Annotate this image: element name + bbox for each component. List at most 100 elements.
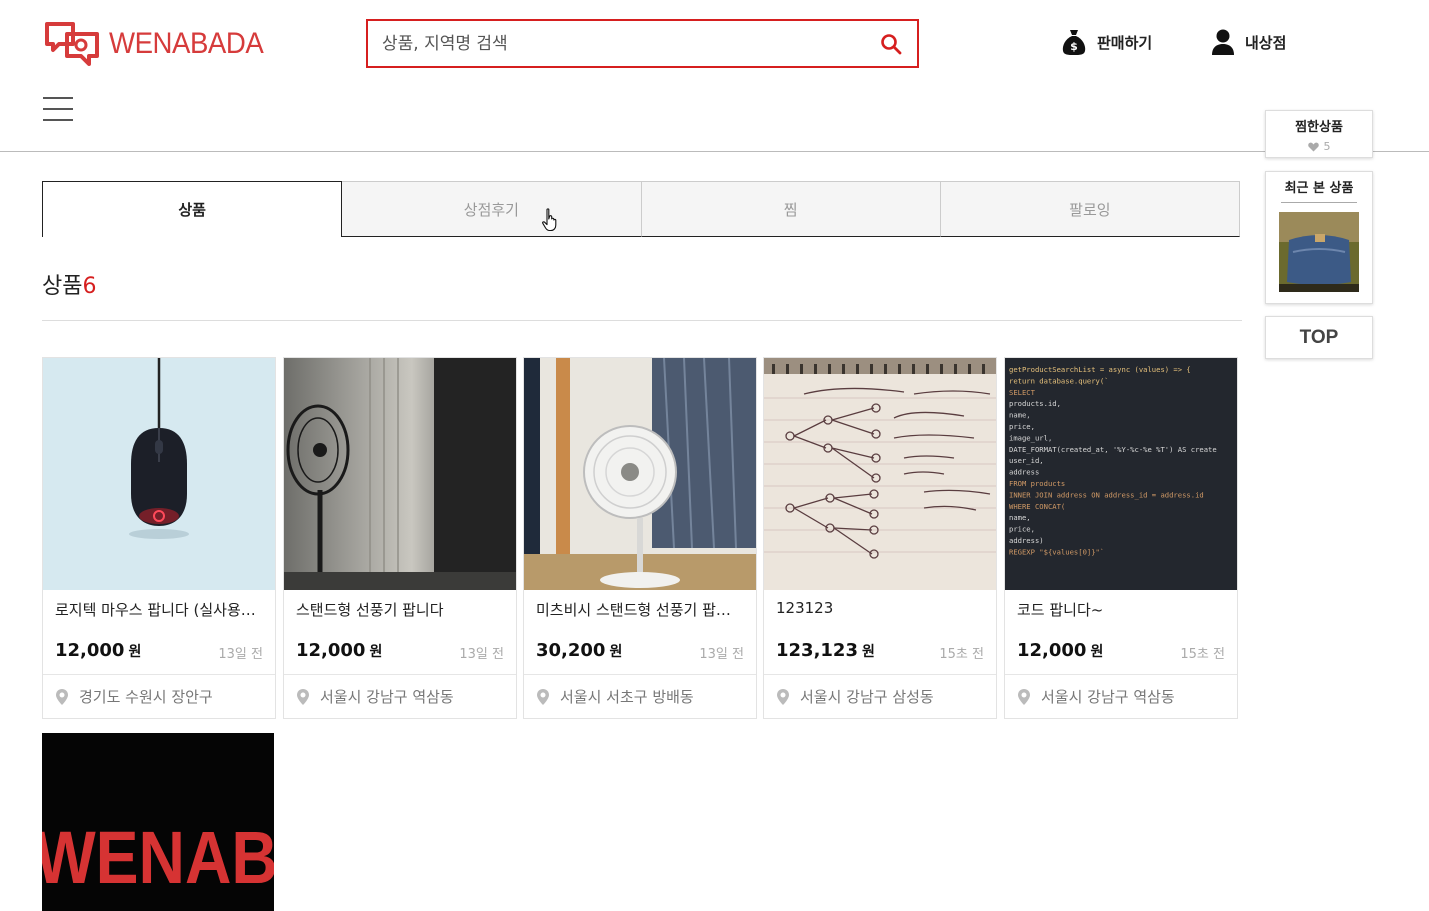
code-line: price, [1009, 422, 1035, 431]
search-icon[interactable] [879, 32, 903, 56]
location-text: 서울시 강남구 역삼동 [1041, 688, 1175, 706]
product-price: 123,123 원 [776, 640, 875, 661]
location-pin-icon [55, 688, 69, 706]
location-pin-icon [296, 688, 310, 706]
recently-viewed-title: 최근 본 상품 [1281, 177, 1357, 203]
product-image-mouse [43, 358, 275, 590]
product-image-logo-banner: WENAB [42, 733, 274, 911]
product-image-code: getProductSearchList = async (values) =>… [1005, 358, 1237, 590]
money-bag-icon: $ [1061, 28, 1087, 56]
price-unit: 원 [1090, 644, 1104, 660]
product-card[interactable]: 스탠드형 선풍기 팝니다 12,000 원 13일 전 서울시 강남구 역삼동 [283, 357, 517, 719]
location-text: 서울시 강남구 삼성동 [800, 688, 934, 706]
product-time: 15초 전 [939, 647, 984, 662]
hand-pointer-cursor-icon [542, 208, 557, 232]
search-input[interactable] [382, 33, 879, 54]
price-value: 12,000 [1017, 640, 1087, 661]
hamburger-menu-icon[interactable] [43, 97, 73, 121]
section-divider [42, 320, 1242, 321]
location-text: 서울시 강남구 역삼동 [320, 688, 454, 706]
product-location: 서울시 서초구 방배동 [524, 674, 756, 718]
code-line: address [1009, 468, 1039, 477]
location-pin-icon [536, 688, 550, 706]
tab-following[interactable]: 팔로잉 [940, 181, 1240, 237]
brand-name: WENABADA [109, 27, 264, 60]
tab-products[interactable]: 상품 [42, 181, 343, 237]
product-location: 경기도 수원시 장안구 [43, 674, 275, 718]
tab-store-reviews[interactable]: 상점후기 [342, 181, 642, 237]
product-card[interactable]: 미츠비시 스탠드형 선풍기 팝니다 30,200 원 13일 전 서울시 서초구 … [523, 357, 757, 719]
header-divider [0, 151, 1429, 152]
site-logo[interactable]: WENABADA [43, 20, 277, 68]
sell-button[interactable]: $ 판매하기 [1061, 28, 1152, 56]
search-bar [366, 19, 919, 68]
code-line: name, [1009, 513, 1031, 522]
product-name: 코드 팝니다~ [1017, 601, 1104, 619]
product-card[interactable]: getProductSearchList = async (values) =>… [1004, 357, 1238, 719]
price-unit: 원 [861, 644, 875, 660]
code-line: name, [1009, 411, 1031, 420]
product-image-fan [524, 358, 756, 590]
product-time: 13일 전 [459, 647, 504, 662]
heart-icon [1307, 142, 1319, 151]
product-name: 로지텍 마우스 팝니다 (실사용 1달) [55, 601, 260, 619]
code-line: user_id, [1009, 456, 1044, 465]
price-value: 30,200 [536, 640, 606, 661]
code-line: image_url, [1009, 433, 1052, 442]
product-price: 12,000 원 [1017, 640, 1103, 661]
code-line: SELECT [1009, 388, 1036, 397]
location-text: 경기도 수원시 장안구 [79, 688, 213, 706]
location-pin-icon [1017, 688, 1031, 706]
code-line: REGEXP "${values[0]}"` [1009, 547, 1104, 556]
product-card[interactable]: 123123 123,123 원 15초 전 서울시 강남구 삼성동 [763, 357, 997, 719]
recently-viewed-panel: 최근 본 상품 [1265, 171, 1373, 304]
product-time: 13일 전 [218, 647, 263, 662]
wishlist-panel[interactable]: 찜한상품 5 [1265, 110, 1373, 158]
product-count: 6 [82, 274, 97, 299]
product-price: 12,000 원 [55, 640, 141, 661]
code-line: FROM products [1009, 479, 1065, 488]
price-value: 123,123 [776, 640, 858, 661]
product-card[interactable]: WENAB [42, 733, 276, 911]
code-line: DATE_FORMAT(created_at, '%Y-%c-%e %T') A… [1009, 445, 1217, 454]
product-image-fan [284, 358, 516, 590]
wishlist-count-value: 5 [1323, 140, 1331, 153]
code-line: price, [1009, 525, 1035, 534]
wishlist-count: 5 [1266, 140, 1372, 153]
product-location: 서울시 강남구 역삼동 [284, 674, 516, 718]
scroll-top-button[interactable]: TOP [1265, 316, 1373, 359]
store-tabs: 상품 상점후기 찜 팔로잉 [42, 181, 1240, 237]
wishlist-title: 찜한상품 [1295, 120, 1343, 135]
product-name: 미츠비시 스탠드형 선풍기 팝니다 [536, 601, 741, 619]
product-name: 스탠드형 선풍기 팝니다 [296, 601, 444, 619]
location-text: 서울시 서초구 방배동 [560, 688, 694, 706]
product-time: 13일 전 [699, 647, 744, 662]
product-location: 서울시 강남구 삼성동 [764, 674, 996, 718]
banner-text: WENAB [42, 816, 274, 899]
product-time: 15초 전 [1180, 647, 1225, 662]
price-value: 12,000 [55, 640, 125, 661]
price-unit: 원 [128, 644, 142, 660]
product-image-notebook [764, 358, 996, 590]
speech-bubbles-logo-icon [45, 22, 99, 66]
product-price: 30,200 원 [536, 640, 622, 661]
product-name: 123123 [776, 599, 834, 617]
code-line: WHERE CONCAT( [1009, 502, 1065, 511]
section-title-text: 상품 [42, 274, 83, 299]
my-store-label: 내상점 [1245, 33, 1287, 52]
product-card[interactable]: 로지텍 마우스 팝니다 (실사용 1달) 12,000 원 13일 전 경기도 수… [42, 357, 276, 719]
tab-wishlist[interactable]: 찜 [641, 181, 941, 237]
price-unit: 원 [369, 644, 383, 660]
section-title: 상품6 [42, 268, 96, 300]
price-unit: 원 [609, 644, 623, 660]
code-line: getProductSearchList = async (values) =>… [1009, 365, 1191, 374]
recently-viewed-item[interactable] [1279, 212, 1359, 292]
product-location: 서울시 강남구 역삼동 [1005, 674, 1237, 718]
price-value: 12,000 [296, 640, 366, 661]
code-line: INNER JOIN address ON address_id = addre… [1009, 490, 1204, 499]
user-icon [1211, 28, 1235, 56]
svg-text:$: $ [1070, 40, 1078, 53]
my-store-button[interactable]: 내상점 [1211, 28, 1286, 56]
location-pin-icon [776, 688, 790, 706]
code-line: address) [1009, 536, 1044, 545]
